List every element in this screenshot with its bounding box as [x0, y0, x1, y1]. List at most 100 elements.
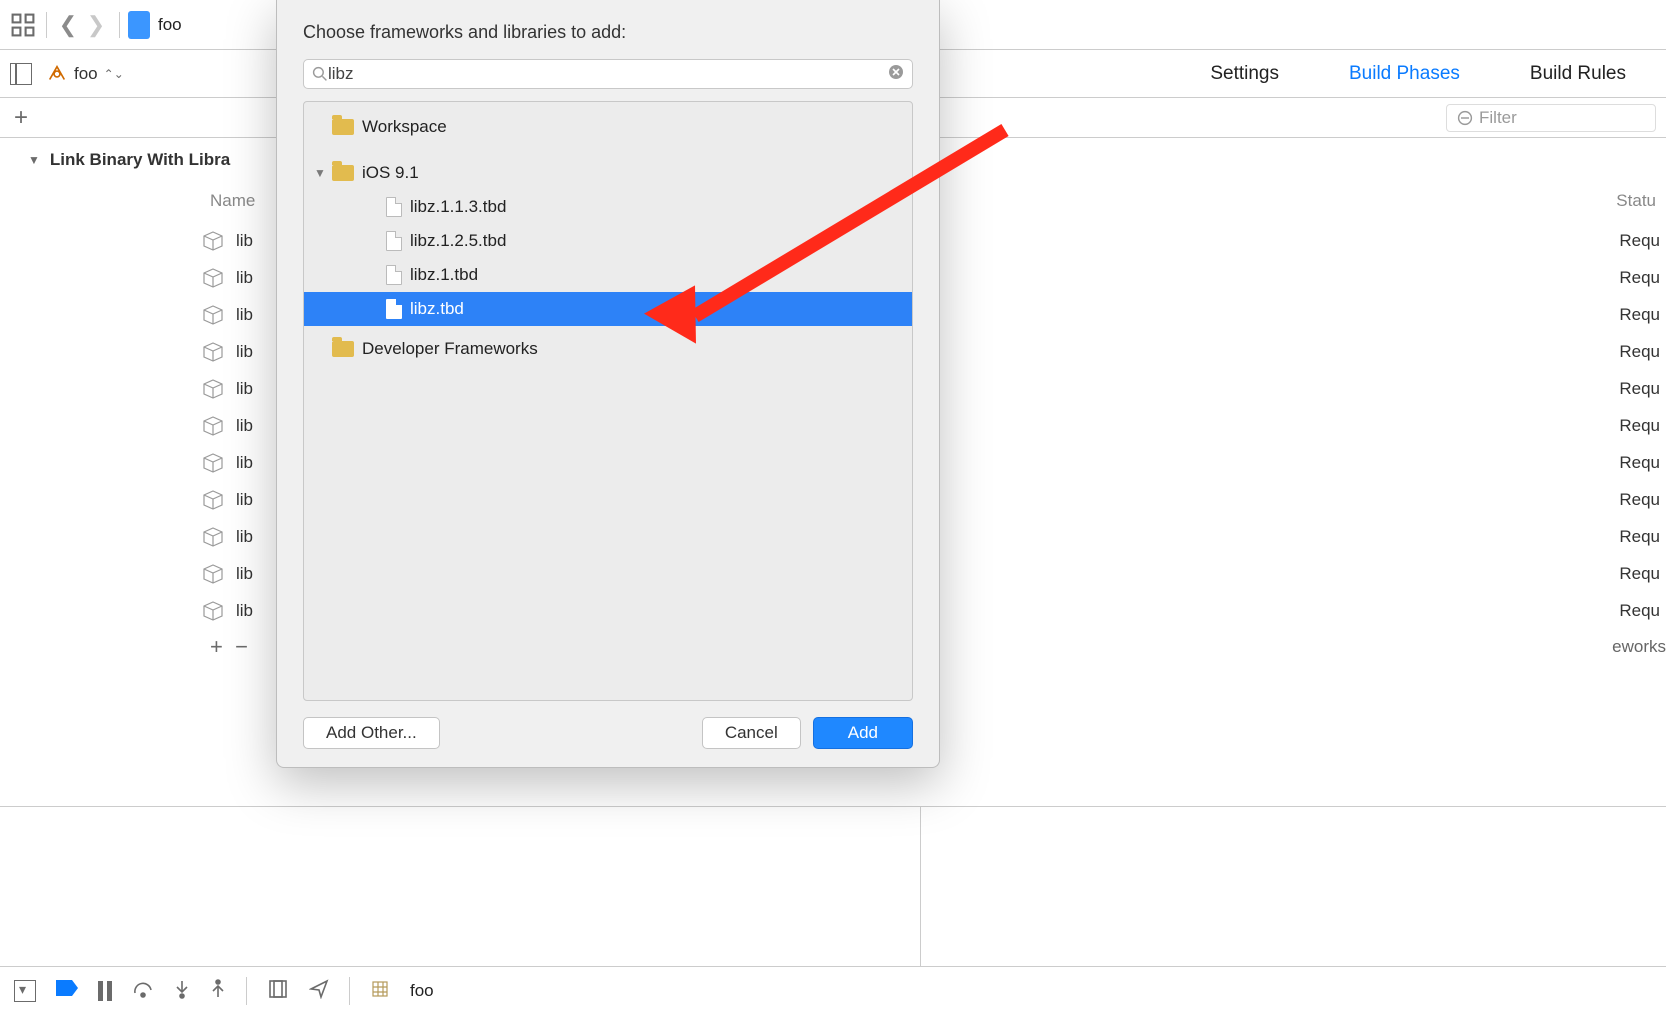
drag-help-text: eworks [1612, 637, 1666, 657]
add-library-button[interactable]: + − [210, 629, 248, 665]
chevron-updown-icon[interactable]: ⌃⌄ [104, 67, 124, 81]
frameworks-tree[interactable]: Workspace ▼ iOS 9.1 libz.1.1.3.tbd libz.… [303, 101, 913, 701]
add-other-button[interactable]: Add Other... [303, 717, 440, 749]
library-name: lib [236, 601, 253, 621]
tree-label: iOS 9.1 [362, 163, 419, 183]
breakpoint-icon[interactable] [56, 980, 78, 1001]
disclosure-triangle-icon[interactable]: ▼ [28, 153, 40, 167]
framework-icon [200, 489, 226, 511]
related-items-icon[interactable] [10, 12, 36, 38]
step-out-icon[interactable] [210, 979, 226, 1002]
tree-label: Developer Frameworks [362, 339, 538, 359]
search-icon [312, 66, 328, 82]
library-status[interactable]: Requ [1619, 601, 1660, 621]
tab-settings[interactable]: Settings [1210, 63, 1279, 85]
debug-hide-icon[interactable] [14, 980, 36, 1002]
back-button[interactable]: ❮ [55, 12, 81, 38]
console-area [0, 806, 1666, 966]
framework-icon [200, 304, 226, 326]
file-icon [386, 197, 402, 217]
location-icon[interactable] [309, 979, 329, 1002]
framework-icon [200, 452, 226, 474]
folder-icon [332, 341, 354, 357]
tab-build-rules[interactable]: Build Rules [1530, 63, 1626, 85]
file-icon [386, 265, 402, 285]
target-name[interactable]: foo [74, 64, 98, 84]
step-over-icon[interactable] [132, 979, 154, 1002]
framework-icon [200, 378, 226, 400]
sheet-search-field[interactable] [303, 59, 913, 89]
debug-bar: foo [0, 966, 1666, 1014]
framework-icon [200, 526, 226, 548]
breadcrumb-project[interactable]: foo [158, 15, 182, 35]
library-name: lib [236, 231, 253, 251]
add-phase-button[interactable]: + [14, 104, 28, 132]
library-status[interactable]: Requ [1619, 342, 1660, 362]
clear-search-icon[interactable] [888, 64, 904, 85]
phase-title: Link Binary With Libra [50, 150, 230, 170]
tab-build-phases[interactable]: Build Phases [1349, 63, 1460, 85]
process-icon [370, 979, 390, 1002]
add-button[interactable]: Add [813, 717, 913, 749]
tree-item-label: libz.tbd [410, 299, 464, 319]
file-icon [386, 299, 402, 319]
sheet-search-input[interactable] [328, 64, 888, 84]
library-status[interactable]: Requ [1619, 268, 1660, 288]
framework-icon [200, 230, 226, 252]
library-status[interactable]: Requ [1619, 564, 1660, 584]
library-name: lib [236, 305, 253, 325]
tree-item-label: libz.1.1.3.tbd [410, 197, 506, 217]
sheet-button-row: Add Other... Cancel Add [277, 701, 939, 749]
separator [349, 977, 350, 1005]
tree-item-label: libz.1.tbd [410, 265, 478, 285]
framework-icon [200, 341, 226, 363]
framework-icon [200, 563, 226, 585]
disclosure-triangle-icon[interactable]: ▼ [314, 166, 324, 180]
tree-folder-workspace[interactable]: Workspace [304, 110, 912, 144]
tree-item[interactable]: libz.1.1.3.tbd [304, 190, 912, 224]
cancel-button[interactable]: Cancel [702, 717, 801, 749]
tree-item-selected[interactable]: libz.tbd [304, 292, 912, 326]
separator [246, 977, 247, 1005]
library-status[interactable]: Requ [1619, 453, 1660, 473]
pause-icon[interactable] [98, 981, 112, 1001]
tree-item[interactable]: libz.1.tbd [304, 258, 912, 292]
sheet-title: Choose frameworks and libraries to add: [277, 22, 939, 59]
tree-folder-ios[interactable]: ▼ iOS 9.1 [304, 156, 912, 190]
tree-item-label: libz.1.2.5.tbd [410, 231, 506, 251]
target-icon [46, 63, 68, 85]
console-split[interactable] [920, 807, 921, 966]
filter-placeholder: Filter [1479, 108, 1517, 128]
view-debugger-icon[interactable] [267, 978, 289, 1003]
library-status[interactable]: Requ [1619, 416, 1660, 436]
process-name[interactable]: foo [410, 981, 434, 1001]
library-status[interactable]: Requ [1619, 490, 1660, 510]
forward-button[interactable]: ❯ [83, 12, 109, 38]
library-status[interactable]: Requ [1619, 231, 1660, 251]
tree-label: Workspace [362, 117, 447, 137]
folder-icon [332, 165, 354, 181]
library-name: lib [236, 564, 253, 584]
panel-toggle-icon[interactable] [10, 63, 32, 85]
filter-input[interactable]: Filter [1446, 104, 1656, 132]
library-name: lib [236, 416, 253, 436]
add-frameworks-sheet: Choose frameworks and libraries to add: … [276, 0, 940, 768]
framework-icon [200, 600, 226, 622]
step-into-icon[interactable] [174, 979, 190, 1002]
folder-icon [332, 119, 354, 135]
editor-tabs: Settings Build Phases Build Rules [1210, 50, 1666, 98]
library-status[interactable]: Requ [1619, 305, 1660, 325]
column-name: Name [210, 191, 255, 211]
project-icon [128, 11, 150, 39]
library-status[interactable]: Requ [1619, 527, 1660, 547]
framework-icon [200, 415, 226, 437]
library-status[interactable]: Requ [1619, 379, 1660, 399]
separator [46, 12, 47, 38]
library-name: lib [236, 453, 253, 473]
separator [119, 12, 120, 38]
library-name: lib [236, 268, 253, 288]
tree-item[interactable]: libz.1.2.5.tbd [304, 224, 912, 258]
file-icon [386, 231, 402, 251]
tree-folder-devfw[interactable]: Developer Frameworks [304, 332, 912, 366]
library-name: lib [236, 527, 253, 547]
